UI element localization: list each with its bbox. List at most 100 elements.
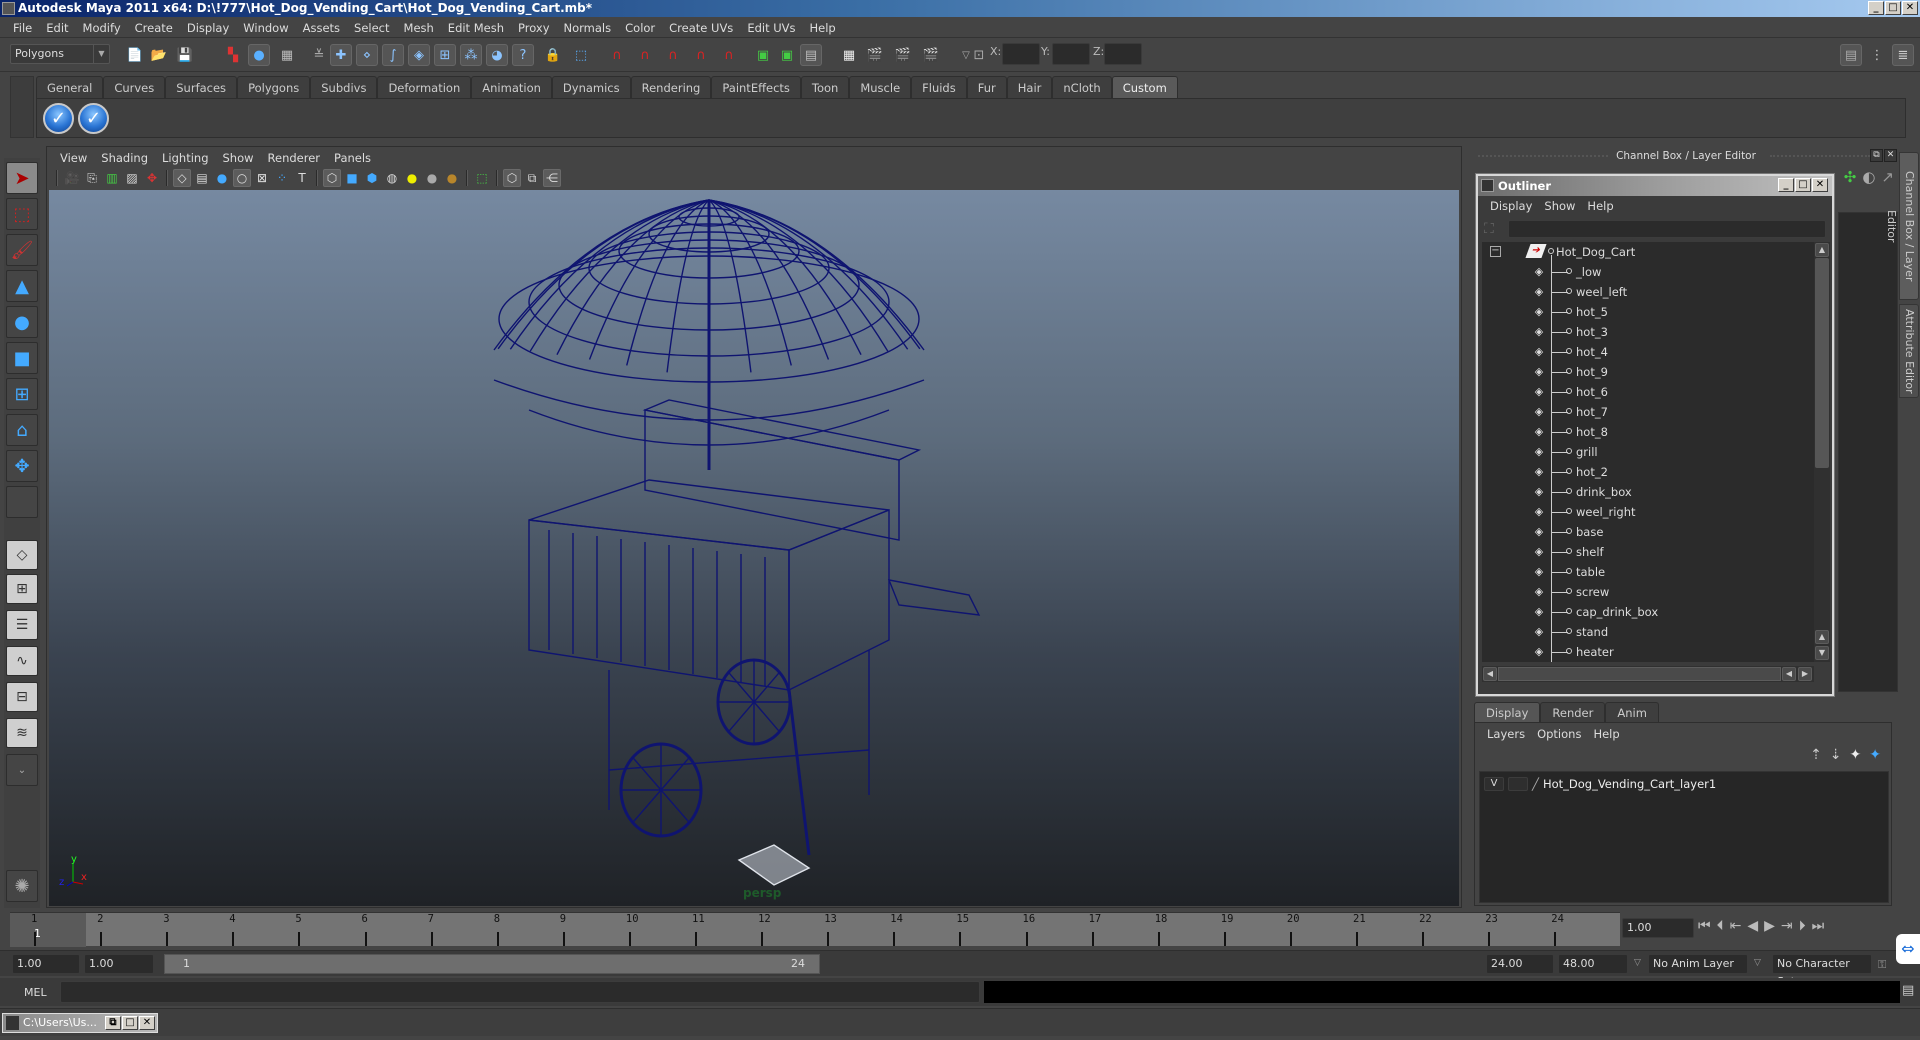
outliner-menu-display[interactable]: Display	[1484, 196, 1538, 216]
shelf-tab-deformation[interactable]: Deformation	[377, 76, 472, 98]
shelf-options[interactable]	[10, 76, 34, 138]
select-rendering-icon[interactable]: ◕	[486, 44, 508, 66]
lasso-tool-icon[interactable]: ⬚	[6, 198, 38, 230]
perspective-viewport[interactable]: y x z persp	[49, 190, 1459, 906]
shelf-tab-painteffects[interactable]: PaintEffects	[711, 76, 801, 98]
shelf-tab-toon[interactable]: Toon	[800, 76, 850, 98]
step-forward-frame-icon[interactable]: ⏵	[1799, 918, 1806, 934]
go-to-end-icon[interactable]: ⏭	[1812, 918, 1825, 934]
shelf-tab-fur[interactable]: Fur	[966, 76, 1007, 98]
outliner-horizontal-scrollbar[interactable]: ◀ ◀ ▶	[1482, 666, 1814, 682]
open-scene-icon[interactable]: 📂	[148, 44, 170, 66]
panel-menu-view[interactable]: View	[53, 149, 94, 167]
tab-attribute-editor[interactable]: Attribute Editor	[1899, 304, 1919, 398]
safe-action-icon[interactable]: ⁘	[273, 169, 291, 187]
hypershade-persp-layout-icon[interactable]: ⊟	[6, 682, 38, 712]
checkmark-icon[interactable]: ✓	[43, 103, 74, 134]
maximize-button[interactable]: □	[1885, 1, 1901, 15]
chevron-down-icon[interactable]: ▽	[1634, 958, 1641, 968]
outliner-item[interactable]: ◈ cap_drink_box	[1482, 602, 1812, 622]
command-input[interactable]	[60, 981, 980, 1003]
minimized-window[interactable]: C:\Users\Us... ⧉ □ ✕	[2, 1013, 158, 1033]
show-manipulator-icon[interactable]: ⌂	[6, 414, 38, 446]
persp-outliner-layout-icon[interactable]: ☰	[6, 610, 38, 640]
gate-mask-icon[interactable]: ○	[233, 169, 251, 187]
go-to-start-icon[interactable]: ⏮	[1698, 918, 1711, 934]
menu-edit-uvs[interactable]: Edit UVs	[740, 21, 802, 35]
outliner-item[interactable]: ◈ hot_5	[1482, 302, 1812, 322]
move-layer-down-icon[interactable]: ⇣	[1830, 747, 1842, 763]
transform-input-icon[interactable]: ⊡	[968, 44, 990, 66]
lock-selection-icon[interactable]: 🔒	[542, 44, 564, 66]
minimize-button[interactable]: _	[1868, 1, 1884, 15]
isolate-select-icon[interactable]: ⬚	[473, 169, 491, 187]
two-d-pan-zoom-icon[interactable]: ✥	[143, 169, 161, 187]
menu-color[interactable]: Color	[618, 21, 662, 35]
menu-edit[interactable]: Edit	[39, 21, 75, 35]
menu-edit-mesh[interactable]: Edit Mesh	[441, 21, 511, 35]
layer-color-swatch[interactable]: ╱	[1532, 777, 1539, 791]
outliner-item[interactable]: ◈ grill	[1482, 442, 1812, 462]
auto-key-icon[interactable]: ⚿	[1878, 958, 1886, 972]
scroll-thumb[interactable]	[1498, 667, 1781, 681]
shelf-tab-custom[interactable]: Custom	[1111, 76, 1178, 98]
pick-mask-icon[interactable]: ≚	[308, 44, 330, 66]
wireframe-on-shaded-icon[interactable]: ⬢	[363, 169, 381, 187]
menu-window[interactable]: Window	[236, 21, 295, 35]
paint-select-tool-icon[interactable]: 🖌	[6, 234, 38, 266]
outliner-item[interactable]: ◈ hot_8	[1482, 422, 1812, 442]
select-by-hierarchy-icon[interactable]: ▚	[222, 44, 244, 66]
scroll-up-icon[interactable]: ▲	[1815, 630, 1829, 644]
script-editor-icon[interactable]: ▤	[1902, 983, 1914, 998]
high-quality-icon[interactable]: ●	[443, 169, 461, 187]
menu-mesh[interactable]: Mesh	[397, 21, 441, 35]
persp-graph-layout-icon[interactable]: ∿	[6, 646, 38, 676]
select-joints-icon[interactable]: ⋄	[356, 44, 378, 66]
step-back-key-icon[interactable]: ⇤	[1730, 918, 1742, 934]
select-tool-icon[interactable]: ➤	[6, 162, 38, 194]
menu-display[interactable]: Display	[180, 21, 236, 35]
move-layer-up-icon[interactable]: ⇡	[1810, 747, 1822, 763]
layer-tab-display[interactable]: Display	[1474, 702, 1541, 722]
playback-start-field[interactable]: 1.00	[84, 954, 154, 974]
current-frame-marker[interactable]	[10, 913, 86, 947]
outliner-item[interactable]: ◈ heater	[1482, 642, 1812, 662]
select-deformations-icon[interactable]: ⊞	[434, 44, 456, 66]
outliner-filter-input[interactable]	[1508, 220, 1826, 238]
xray-components-icon[interactable]: ⋲	[543, 169, 561, 187]
safe-title-icon[interactable]: T	[293, 169, 311, 187]
outliner-menu-help[interactable]: Help	[1581, 196, 1619, 216]
ipr-render-icon[interactable]: 🎬	[892, 44, 914, 66]
time-slider[interactable]: 1 1 2 3 4 5 6 7 8 9 10 11 12 13 14 15 16 17 18 19 20 21 22 23 2…	[10, 912, 1620, 947]
construction-history-icon[interactable]: ▤	[800, 44, 822, 66]
shadows-icon[interactable]: ●	[423, 169, 441, 187]
new-scene-icon[interactable]: 📄	[124, 44, 146, 66]
outliner-item[interactable]: ◈ hot_3	[1482, 322, 1812, 342]
close-panel-button[interactable]: ✕	[1884, 149, 1897, 162]
outliner-minimize-button[interactable]: _	[1778, 178, 1794, 192]
x-field[interactable]	[1002, 43, 1040, 65]
menu-assets[interactable]: Assets	[296, 21, 347, 35]
universal-manipulator-icon[interactable]: ⊞	[6, 378, 38, 410]
command-language-label[interactable]: MEL	[24, 986, 47, 999]
resolution-gate-icon[interactable]: ●	[213, 169, 231, 187]
layer-menu-help[interactable]: Help	[1587, 725, 1625, 743]
speed-icon[interactable]: ◐	[1862, 168, 1875, 186]
tool-settings-toggle-icon[interactable]: ⋮	[1866, 44, 1888, 66]
playback-end-field[interactable]: 24.00	[1486, 954, 1554, 974]
scroll-up-icon[interactable]: ▲	[1815, 243, 1829, 257]
close-button[interactable]: ✕	[139, 1016, 155, 1030]
render-settings-icon[interactable]: 🎬	[920, 44, 942, 66]
outliner-item[interactable]: ◈ weel_left	[1482, 282, 1812, 302]
shelf-tab-general[interactable]: General	[36, 76, 104, 98]
scroll-left-icon[interactable]: ◀	[1782, 667, 1796, 681]
close-button[interactable]: ✕	[1902, 1, 1918, 15]
shelf-tab-polygons[interactable]: Polygons	[237, 76, 311, 98]
maximize-button[interactable]: □	[122, 1016, 138, 1030]
panel-menu-show[interactable]: Show	[216, 149, 261, 167]
layer-menu-layers[interactable]: Layers	[1481, 725, 1531, 743]
menu-normals[interactable]: Normals	[557, 21, 619, 35]
wireframe-icon[interactable]: ⬡	[323, 169, 341, 187]
smooth-shade-icon[interactable]: ■	[343, 169, 361, 187]
use-all-lights-icon[interactable]: ●	[403, 169, 421, 187]
